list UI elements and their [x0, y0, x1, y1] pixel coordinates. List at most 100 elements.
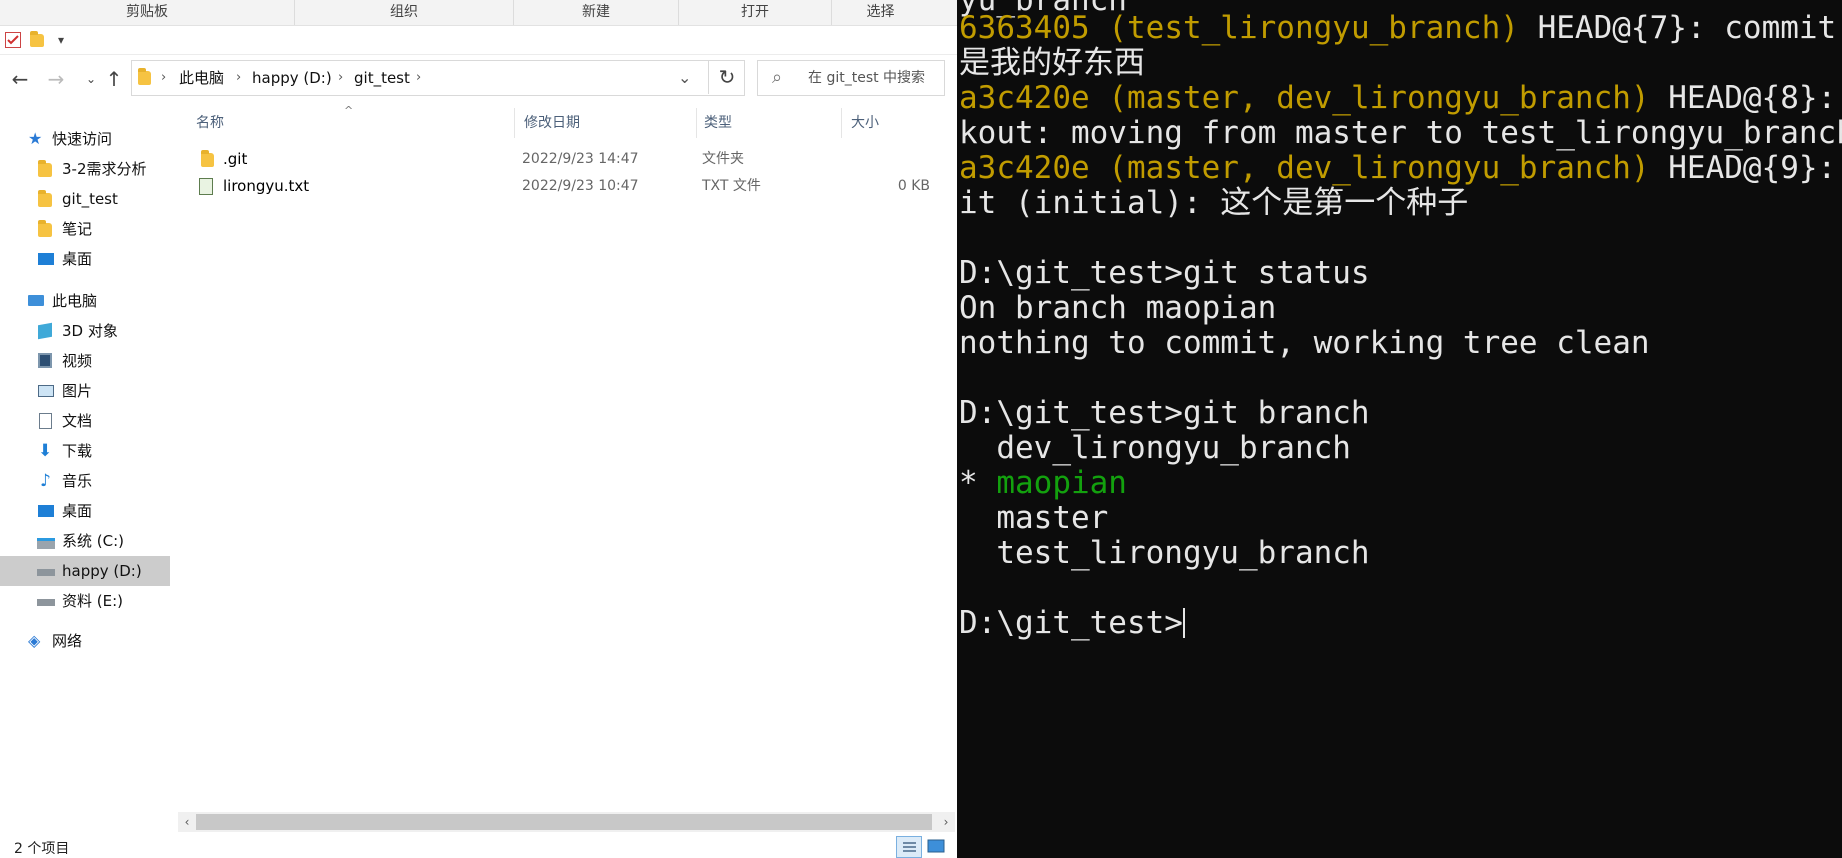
- large-icons-view-icon[interactable]: [924, 836, 950, 858]
- sidebar-item-3-2[interactable]: 3-2需求分析: [0, 154, 170, 184]
- breadcrumb-separator-icon[interactable]: ›: [338, 61, 343, 95]
- ribbon-group-clipboard[interactable]: 剪贴板: [0, 0, 295, 25]
- breadcrumb-separator-icon[interactable]: ›: [236, 61, 241, 95]
- branch-list-item: dev_lirongyu_branch: [959, 430, 1351, 466]
- folder-icon: [38, 160, 52, 177]
- terminal-prompt: D:\git_test>: [959, 605, 1183, 641]
- file-date: 2022/9/23 10:47: [522, 178, 639, 194]
- address-bar[interactable]: › 此电脑 › happy (D:) › git_test › ⌄: [131, 60, 745, 96]
- sidebar-item-quick-access[interactable]: ★ 快速访问: [0, 124, 170, 154]
- customize-toolbar-icon[interactable]: ▾: [58, 32, 74, 48]
- search-input[interactable]: [808, 67, 938, 89]
- sidebar-item-drive-d[interactable]: happy (D:): [0, 556, 170, 586]
- address-dropdown-icon[interactable]: ⌄: [678, 61, 691, 95]
- sidebar-item-downloads[interactable]: ⬇ 下载: [0, 436, 170, 466]
- file-row[interactable]: lirongyu.txt 2022/9/23 10:47 TXT 文件 0 KB: [178, 173, 948, 200]
- sidebar-item-desktop-quick[interactable]: 桌面: [0, 244, 170, 274]
- sidebar-item-pictures[interactable]: 图片: [0, 376, 170, 406]
- reflog-entry: HEAD@{7}: commit:: [1518, 10, 1842, 46]
- sidebar-label: 文档: [62, 412, 93, 430]
- terminal-line: On branch maopian: [959, 290, 1277, 326]
- item-count: 2 个项目: [14, 841, 70, 857]
- sidebar-item-network[interactable]: ◈ 网络: [0, 626, 170, 656]
- file-size: 0 KB: [897, 178, 930, 194]
- up-button[interactable]: ↑: [101, 66, 127, 92]
- column-header-size[interactable]: 大小: [851, 110, 879, 136]
- breadcrumb-this-pc[interactable]: 此电脑: [179, 61, 224, 95]
- sidebar-label: 桌面: [62, 250, 93, 268]
- drive-icon: [37, 569, 55, 576]
- sidebar-item-3d-objects[interactable]: 3D 对象: [0, 316, 170, 346]
- ribbon-group-new[interactable]: 新建: [514, 0, 679, 25]
- sidebar-item-videos[interactable]: 视频: [0, 346, 170, 376]
- terminal-prompt-line[interactable]: D:\git_test>: [959, 606, 1185, 641]
- column-divider[interactable]: [696, 108, 697, 138]
- sidebar-item-notes[interactable]: 笔记: [0, 214, 170, 244]
- properties-icon[interactable]: [5, 32, 21, 48]
- computer-icon: [28, 295, 44, 306]
- commit-hash: 6363405: [959, 10, 1090, 46]
- sidebar-item-drive-c[interactable]: 系统 (C:): [0, 526, 170, 556]
- file-list: 名称 ^ 修改日期 类型 大小 .git 2022/9/23 14:47 文件夹…: [178, 100, 948, 800]
- search-box[interactable]: ⌕: [757, 60, 945, 96]
- breadcrumb-folder[interactable]: git_test: [354, 61, 410, 95]
- text-file-icon: [199, 178, 213, 195]
- column-header-name[interactable]: 名称: [196, 110, 224, 136]
- ribbon-group-open[interactable]: 打开: [679, 0, 832, 25]
- file-explorer-window: 剪贴板 组织 新建 打开 选择 ▾ ← → ⌄ ↑ › 此电脑 › happy …: [0, 0, 957, 858]
- column-header-date[interactable]: 修改日期: [524, 110, 580, 136]
- new-folder-icon[interactable]: [30, 31, 44, 47]
- sidebar-label: 图片: [62, 382, 93, 400]
- picture-icon: [38, 385, 54, 397]
- document-icon: [39, 413, 52, 429]
- sidebar-label: 3-2需求分析: [62, 160, 147, 178]
- file-row[interactable]: .git 2022/9/23 14:47 文件夹: [178, 146, 948, 173]
- ribbon-group-organize[interactable]: 组织: [295, 0, 514, 25]
- folder-icon: [201, 150, 214, 167]
- sidebar-item-desktop[interactable]: 桌面: [0, 496, 170, 526]
- sidebar-label: 此电脑: [52, 292, 98, 310]
- column-divider[interactable]: [514, 108, 515, 138]
- breadcrumb-separator-icon[interactable]: ›: [416, 61, 421, 95]
- terminal-line: a3c420e (master, dev_lirongyu_branch) HE…: [959, 151, 1842, 186]
- film-icon: [38, 353, 52, 368]
- sidebar-label: happy (D:): [62, 562, 142, 580]
- column-header-type[interactable]: 类型: [704, 110, 732, 136]
- text-cursor: [1182, 608, 1185, 638]
- commit-hash: a3c420e: [959, 80, 1090, 116]
- scroll-left-icon[interactable]: ‹: [178, 812, 196, 832]
- sidebar-item-this-pc[interactable]: 此电脑: [0, 286, 170, 316]
- horizontal-scrollbar[interactable]: ‹ ›: [178, 812, 955, 832]
- ribbon-group-labels: 剪贴板 组织 新建 打开 选择: [0, 0, 957, 26]
- sidebar-label: 音乐: [62, 472, 93, 490]
- current-branch-marker: *: [959, 465, 997, 501]
- sidebar-item-music[interactable]: ♪ 音乐: [0, 466, 170, 496]
- branch-ref: (master, dev_lirongyu_branch): [1108, 80, 1650, 116]
- breadcrumb-separator-icon[interactable]: ›: [161, 61, 166, 95]
- ribbon-group-select[interactable]: 选择: [832, 0, 929, 25]
- drive-icon: [37, 599, 55, 606]
- sidebar-item-git-test[interactable]: git_test: [0, 184, 170, 214]
- current-branch-name: maopian: [996, 465, 1127, 501]
- terminal-line: a3c420e (master, dev_lirongyu_branch) HE…: [959, 81, 1842, 116]
- branch-list-item: test_lirongyu_branch: [959, 535, 1370, 571]
- terminal-window[interactable]: yu_branch 6363405 (test_lirongyu_branch)…: [957, 0, 1842, 858]
- sidebar-item-documents[interactable]: 文档: [0, 406, 170, 436]
- scrollbar-thumb[interactable]: [196, 814, 932, 830]
- sidebar-item-drive-e[interactable]: 资料 (E:): [0, 586, 170, 616]
- branch-list-item: master: [959, 500, 1109, 536]
- details-view-icon[interactable]: [896, 836, 922, 858]
- file-name: .git: [223, 150, 248, 168]
- file-name: lirongyu.txt: [223, 177, 310, 195]
- column-divider[interactable]: [841, 108, 842, 138]
- forward-button[interactable]: →: [43, 66, 69, 92]
- refresh-button[interactable]: ↻: [708, 60, 745, 94]
- folder-icon: [138, 68, 151, 85]
- file-type: TXT 文件: [702, 178, 761, 194]
- download-arrow-icon: ⬇: [38, 441, 53, 461]
- breadcrumb-drive[interactable]: happy (D:): [252, 61, 332, 95]
- navigation-pane: ★ 快速访问 3-2需求分析 git_test 笔记 桌面 此电脑 3D 对象: [0, 124, 172, 836]
- scroll-right-icon[interactable]: ›: [937, 812, 955, 832]
- back-button[interactable]: ←: [7, 66, 33, 92]
- file-type: 文件夹: [702, 151, 744, 167]
